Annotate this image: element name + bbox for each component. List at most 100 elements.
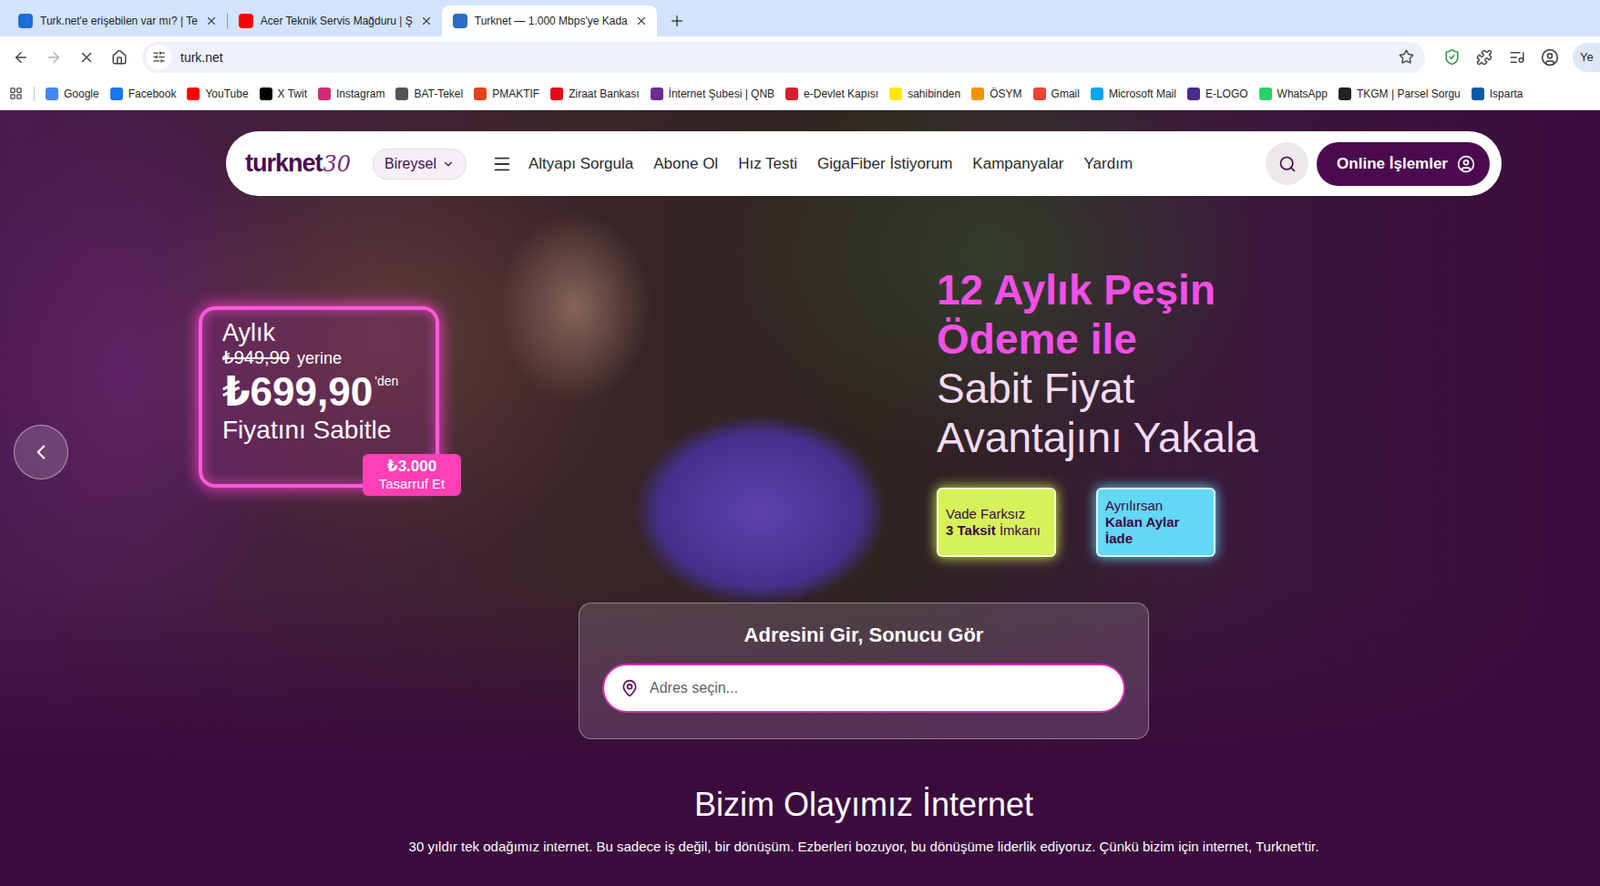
chevron-left-icon <box>29 440 53 464</box>
bookmark-favicon-icon <box>45 87 59 101</box>
map-pin-icon <box>620 678 639 698</box>
bookmark-divider <box>33 86 35 102</box>
address-bar[interactable]: turk.net <box>142 41 1426 73</box>
bookmark-favicon-icon <box>259 87 273 101</box>
apps-icon[interactable] <box>9 86 23 101</box>
hero-headline: 12 Aylık PeşinÖdeme ileSabit FiyatAvanta… <box>936 265 1259 557</box>
bookmark[interactable]: Instagram <box>317 87 385 101</box>
update-button[interactable]: Ye <box>1572 42 1600 72</box>
nav-link[interactable]: Altyapı Sorgula <box>528 154 634 174</box>
tab-strip: Turk.net'e erişebilen var mı? | Te Acer T… <box>0 0 1600 37</box>
back-button[interactable] <box>5 41 37 73</box>
tune-icon <box>152 50 166 64</box>
home-icon <box>111 49 128 66</box>
web-page: turknet30 Bireysel Altyapı Sorgula Abone Ol… <box>0 110 1600 886</box>
bookmark-bar: Google Facebook YouTube X Twit Instagram BAT-… <box>0 77 1600 111</box>
site-logo[interactable]: turknet30 <box>245 149 351 178</box>
stop-button[interactable] <box>71 41 103 73</box>
url-text[interactable]: turk.net <box>180 50 1390 65</box>
address-search: Adresini Gir, Sonucu Gör <box>578 602 1149 739</box>
nav-link[interactable]: Yardım <box>1084 154 1134 174</box>
search-button[interactable] <box>1265 142 1309 185</box>
bookmark[interactable]: Isparta <box>1471 87 1524 101</box>
online-services-button[interactable]: Online İşlemler <box>1316 142 1490 186</box>
bookmark[interactable]: TKGM | Parsel Sorgu <box>1338 87 1461 101</box>
feature-badge: AyrılırsanKalan Aylarİade <box>1096 487 1216 557</box>
bookmark-favicon-icon <box>1471 87 1485 101</box>
media-button[interactable] <box>1501 41 1533 73</box>
segment-dropdown[interactable]: Bireysel <box>372 148 467 180</box>
browser-tab[interactable]: Turknet — 1.000 Mbps'ye Kada <box>441 5 657 37</box>
savings-badge: ₺3.000Tasarruf Et <box>362 453 462 496</box>
carousel-prev-button[interactable] <box>13 424 69 480</box>
site-nav: turknet30 Bireysel Altyapı Sorgula Abone Ol… <box>225 131 1502 196</box>
bookmark[interactable]: X Twit <box>259 87 308 101</box>
tab-title: Turknet — 1.000 Mbps'ye Kada <box>474 14 628 28</box>
bookmark-favicon-icon <box>1338 87 1352 101</box>
new-tab-button[interactable] <box>664 8 690 34</box>
nav-link[interactable]: GigaFiber İstiyorum <box>817 154 953 174</box>
nav-link[interactable]: Abone Ol <box>653 154 718 174</box>
bookmark[interactable]: WhatsApp <box>1259 87 1328 101</box>
favicon-icon <box>18 13 33 29</box>
bookmark[interactable]: Gmail <box>1033 87 1080 101</box>
bookmark-favicon-icon <box>473 87 487 101</box>
stop-icon <box>78 49 95 66</box>
bookmark-favicon-icon <box>1090 87 1104 101</box>
close-icon[interactable] <box>205 14 218 28</box>
about-section: Bizim Olayımız İnternet30 yıldır tek oda… <box>0 738 1600 856</box>
close-icon[interactable] <box>635 14 648 28</box>
bookmark-favicon-icon <box>971 87 985 101</box>
address-input[interactable] <box>647 678 1108 698</box>
bookmark-favicon-icon <box>785 87 799 101</box>
bookmark[interactable]: ÖSYM <box>971 87 1022 101</box>
bookmark-favicon-icon <box>1033 87 1047 101</box>
old-price: ₺949,90 <box>222 346 290 369</box>
address-field[interactable] <box>602 663 1126 713</box>
hamburger-icon <box>492 153 513 175</box>
media-icon <box>1508 49 1526 66</box>
nav-link[interactable]: Hız Testi <box>738 154 798 174</box>
close-icon[interactable] <box>420 14 433 28</box>
forward-button[interactable] <box>38 41 70 73</box>
bookmark-favicon-icon <box>110 87 124 101</box>
bookmark-favicon-icon <box>650 87 664 101</box>
browser-tab[interactable]: Turk.net'e erişebilen var mı? | Te <box>7 5 227 37</box>
bookmark-favicon-icon <box>889 87 903 101</box>
star-icon[interactable] <box>1398 49 1415 65</box>
menu-button[interactable] <box>492 153 513 175</box>
nav-link[interactable]: Kampanyalar <box>972 154 1064 174</box>
bookmark[interactable]: İnternet Şubesi | QNB <box>650 87 776 101</box>
bookmark[interactable]: YouTube <box>186 87 248 101</box>
price-card: Aylık₺949,90yerine₺699,90'denFiyatını Sa… <box>198 306 440 488</box>
bookmark[interactable]: BAT-Tekel <box>395 87 463 101</box>
favicon-icon <box>452 13 468 29</box>
browser-tab[interactable]: Acer Teknik Servis Mağduru | Ş <box>227 5 442 37</box>
tab-title: Acer Teknik Servis Mağduru | Ş <box>260 14 413 28</box>
tab-separator <box>226 12 228 30</box>
hero: Aylık₺949,90yerine₺699,90'denFiyatını Sa… <box>0 195 1600 603</box>
bookmark-favicon-icon <box>317 87 331 101</box>
bookmark[interactable]: Facebook <box>110 87 177 101</box>
home-button[interactable] <box>103 41 135 73</box>
extension-button[interactable] <box>1435 41 1467 73</box>
bookmark[interactable]: Microsoft Mail <box>1090 87 1177 101</box>
profile-button[interactable] <box>1534 41 1566 73</box>
bookmark[interactable]: E-LOGO <box>1187 87 1249 101</box>
bookmark[interactable]: Google <box>45 87 100 101</box>
bookmark-favicon-icon <box>1187 87 1200 101</box>
toolbar: turk.net Ye <box>0 36 1600 78</box>
arrow-right-icon <box>45 49 62 66</box>
nav-links: Altyapı Sorgula Abone Ol Hız Testi GigaFibe… <box>528 154 1133 174</box>
search-icon <box>1278 154 1297 174</box>
site-info-button[interactable] <box>145 44 172 71</box>
extensions-button[interactable] <box>1468 41 1500 73</box>
bookmark[interactable]: PMAKTIF <box>473 87 540 101</box>
bookmark[interactable]: Ziraat Bankası <box>550 87 639 101</box>
bookmark-favicon-icon <box>395 87 409 101</box>
bookmark[interactable]: sahibinden <box>889 87 961 101</box>
favicon-icon <box>238 13 254 29</box>
bookmark-favicon-icon <box>186 87 200 101</box>
bookmark[interactable]: e-Devlet Kapısı <box>785 87 879 101</box>
bookmark-favicon-icon <box>550 87 564 101</box>
